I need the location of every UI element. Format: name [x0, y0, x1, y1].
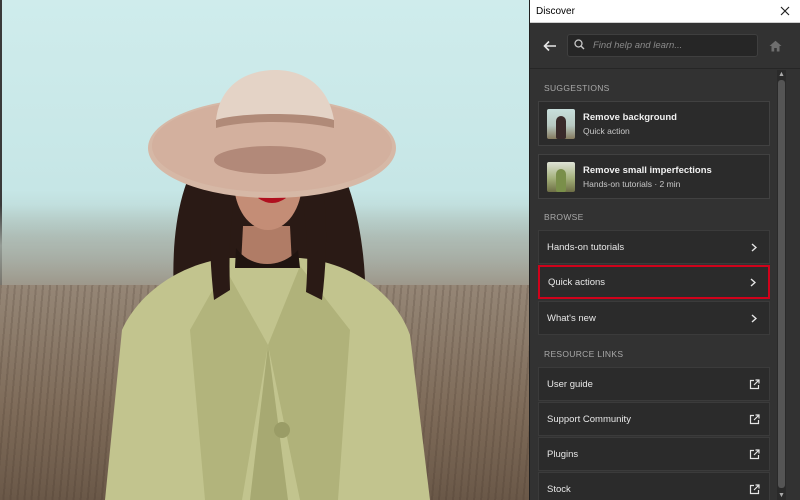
scroll-up-arrow-icon[interactable]: ▲ — [777, 70, 786, 79]
resource-link-user-guide[interactable]: User guide — [538, 367, 770, 401]
section-heading-suggestions: SUGGESTIONS — [544, 83, 610, 93]
suggestion-subtitle: Hands-on tutorials · 2 min — [583, 178, 681, 189]
close-icon[interactable] — [776, 2, 794, 20]
back-arrow-icon[interactable] — [540, 36, 560, 56]
suggestion-title: Remove background — [583, 111, 677, 123]
resource-link-label: Plugins — [547, 448, 579, 460]
suggestion-subtitle: Quick action — [583, 125, 630, 136]
suggestion-title: Remove small imperfections — [583, 164, 712, 176]
discover-content: SUGGESTIONS Remove background Quick acti… — [530, 70, 788, 500]
home-icon[interactable] — [766, 37, 784, 55]
search-icon — [574, 37, 585, 55]
search-row: Find help and learn... — [530, 23, 800, 69]
chevron-right-icon — [746, 275, 760, 289]
browse-item-whats-new[interactable]: What's new — [538, 301, 770, 335]
resource-link-stock[interactable]: Stock — [538, 472, 770, 500]
portrait-image — [105, 70, 430, 500]
search-placeholder: Find help and learn... — [593, 40, 683, 51]
external-link-icon — [747, 482, 761, 496]
discover-panel: Discover Find help and learn... SUGGESTI… — [529, 0, 800, 500]
scroll-down-arrow-icon[interactable]: ▼ — [777, 491, 786, 500]
external-link-icon — [747, 447, 761, 461]
panel-titlebar: Discover — [530, 0, 800, 23]
photo-canvas[interactable] — [0, 0, 529, 500]
panel-scrollbar[interactable]: ▲ ▼ — [777, 70, 786, 500]
resource-link-label: Stock — [547, 483, 571, 495]
section-heading-browse: BROWSE — [544, 212, 584, 222]
resource-link-support-community[interactable]: Support Community — [538, 402, 770, 436]
panel-title: Discover — [536, 5, 575, 17]
search-input[interactable]: Find help and learn... — [567, 34, 758, 57]
resource-link-plugins[interactable]: Plugins — [538, 437, 770, 471]
suggestion-thumbnail — [547, 108, 575, 139]
chevron-right-icon — [747, 240, 761, 254]
resource-link-label: Support Community — [547, 413, 631, 425]
browse-item-label: Quick actions — [548, 276, 606, 288]
external-link-icon — [747, 377, 761, 391]
chevron-right-icon — [747, 311, 761, 325]
browse-item-label: Hands-on tutorials — [547, 241, 625, 253]
browse-item-hands-on-tutorials[interactable]: Hands-on tutorials — [538, 230, 770, 264]
suggestion-card[interactable]: Remove background Quick action — [538, 101, 770, 146]
scrollbar-thumb[interactable] — [778, 80, 785, 488]
section-heading-resource-links: RESOURCE LINKS — [544, 349, 624, 359]
external-link-icon — [747, 412, 761, 426]
resource-link-label: User guide — [547, 378, 593, 390]
browse-item-quick-actions[interactable]: Quick actions — [538, 265, 770, 299]
browse-item-label: What's new — [547, 312, 596, 324]
suggestion-thumbnail — [547, 161, 575, 192]
suggestion-card[interactable]: Remove small imperfections Hands-on tuto… — [538, 154, 770, 199]
